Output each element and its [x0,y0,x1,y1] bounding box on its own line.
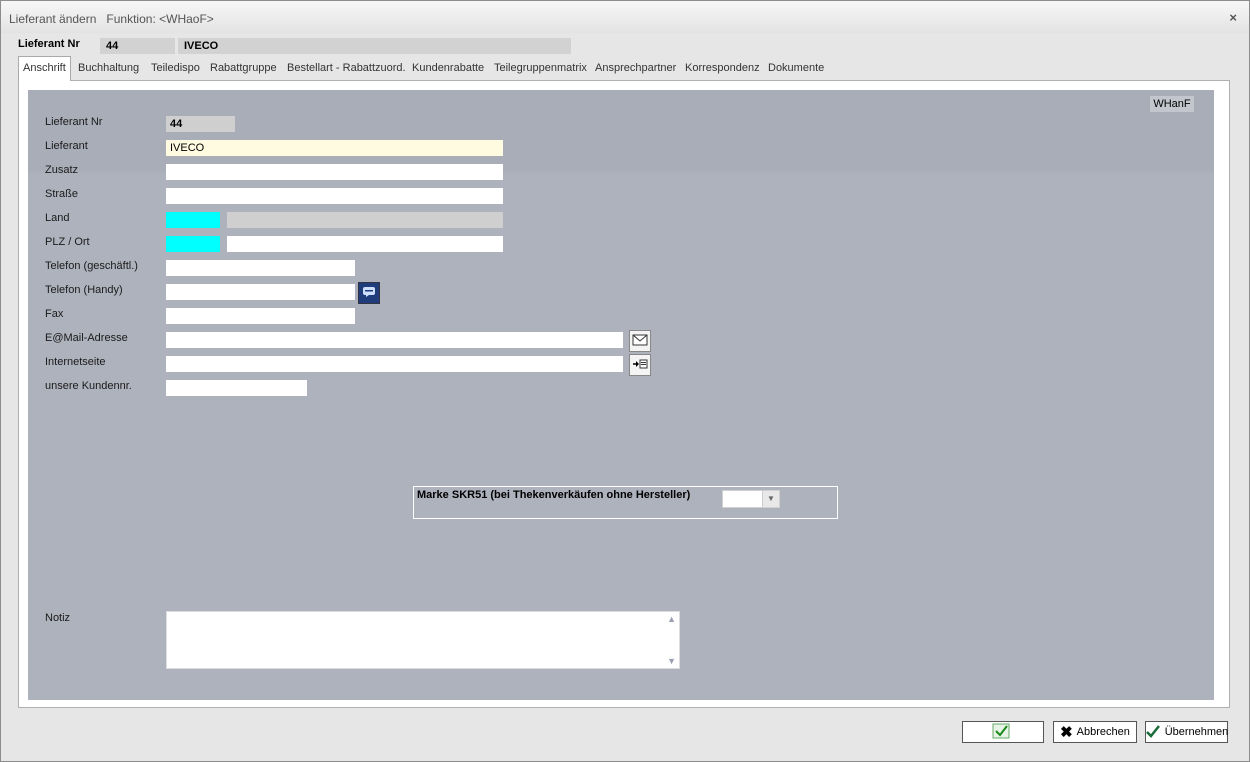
notiz-scrollbar[interactable]: ▲ ▼ [663,612,679,668]
label-fax: Fax [45,308,64,320]
label-internetseite: Internetseite [45,356,106,368]
label-lieferant: Lieferant [45,140,88,152]
notiz-textarea[interactable]: ▲ ▼ [166,611,680,669]
kundennr-input[interactable] [166,380,307,396]
email-input[interactable] [166,332,623,348]
strasse-input[interactable] [166,188,503,204]
header-label: Lieferant Nr [18,38,80,50]
scroll-up-icon[interactable]: ▲ [667,614,676,624]
header-name: IVECO [178,38,571,54]
label-land: Land [45,212,70,224]
fax-input[interactable] [166,308,355,324]
tab-bestellart[interactable]: Bestellart - Rabattzuord. [287,57,406,79]
label-lieferant-nr: Lieferant Nr [45,116,103,128]
ok-button[interactable] [962,721,1044,743]
internetseite-input[interactable] [166,356,623,372]
sms-icon [362,286,376,301]
tab-teilegruppenmatrix[interactable]: Teilegruppenmatrix [494,57,587,79]
scroll-down-icon[interactable]: ▼ [667,656,676,666]
tab-rabattgruppe[interactable]: Rabattgruppe [210,57,277,79]
uebernehmen-label: Übernehmen [1164,726,1229,738]
lieferant-input[interactable]: IVECO [166,140,503,156]
label-kundennr: unsere Kundennr. [45,380,132,392]
abbrechen-label: Abbrechen [1076,726,1130,738]
label-notiz: Notiz [45,612,71,624]
title-bar: Lieferant ändern Funktion: <WHaoF> × [1,1,1249,33]
label-telefon-geschaeftl: Telefon (geschäftl.) [45,260,138,272]
tab-korrespondenz[interactable]: Korrespondenz [685,57,760,79]
cancel-x-icon: ✖ [1060,724,1073,741]
label-telefon-handy: Telefon (Handy) [45,284,123,296]
tab-kundenrabatte[interactable]: Kundenrabatte [412,57,484,79]
email-icon [632,334,648,349]
uebernehmen-button[interactable]: Übernehmen [1145,721,1228,743]
ok-check-icon [992,723,1010,742]
tab-anschrift[interactable]: Anschrift [18,56,71,81]
window-title: Lieferant ändern Funktion: <WHaoF> [9,12,214,26]
telefon-geschaeftl-input[interactable] [166,260,355,276]
apply-check-icon [1145,723,1161,742]
lieferant-nr-field: 44 [166,116,235,132]
chevron-down-icon[interactable]: ▼ [762,491,779,507]
ort-input[interactable] [227,236,503,252]
tab-teiledispo[interactable]: Teiledispo [151,57,200,79]
zusatz-input[interactable] [166,164,503,180]
label-plz-ort: PLZ / Ort [45,236,90,248]
tab-dokumente[interactable]: Dokumente [768,57,824,79]
send-email-button[interactable] [629,330,651,352]
function-badge: WHanF [1150,96,1194,112]
header-nr: 44 [100,38,175,54]
marke-label: Marke SKR51 (bei Thekenverkäufen ohne He… [417,489,691,501]
plz-input[interactable] [166,236,220,252]
land-name-field [227,212,503,228]
land-code-input[interactable] [166,212,220,228]
tab-buchhaltung[interactable]: Buchhaltung [78,57,139,79]
open-website-icon [632,358,648,373]
telefon-handy-input[interactable] [166,284,355,300]
close-button[interactable]: × [1229,10,1237,25]
label-strasse: Straße [45,188,79,200]
open-website-button[interactable] [629,354,651,376]
tab-ansprechpartner[interactable]: Ansprechpartner [595,57,676,79]
label-email: E@Mail-Adresse [45,332,128,344]
abbrechen-button[interactable]: ✖ Abbrechen [1053,721,1137,743]
label-zusatz: Zusatz [45,164,79,176]
marke-select[interactable]: ▼ [722,490,780,508]
sms-button[interactable] [358,282,380,304]
